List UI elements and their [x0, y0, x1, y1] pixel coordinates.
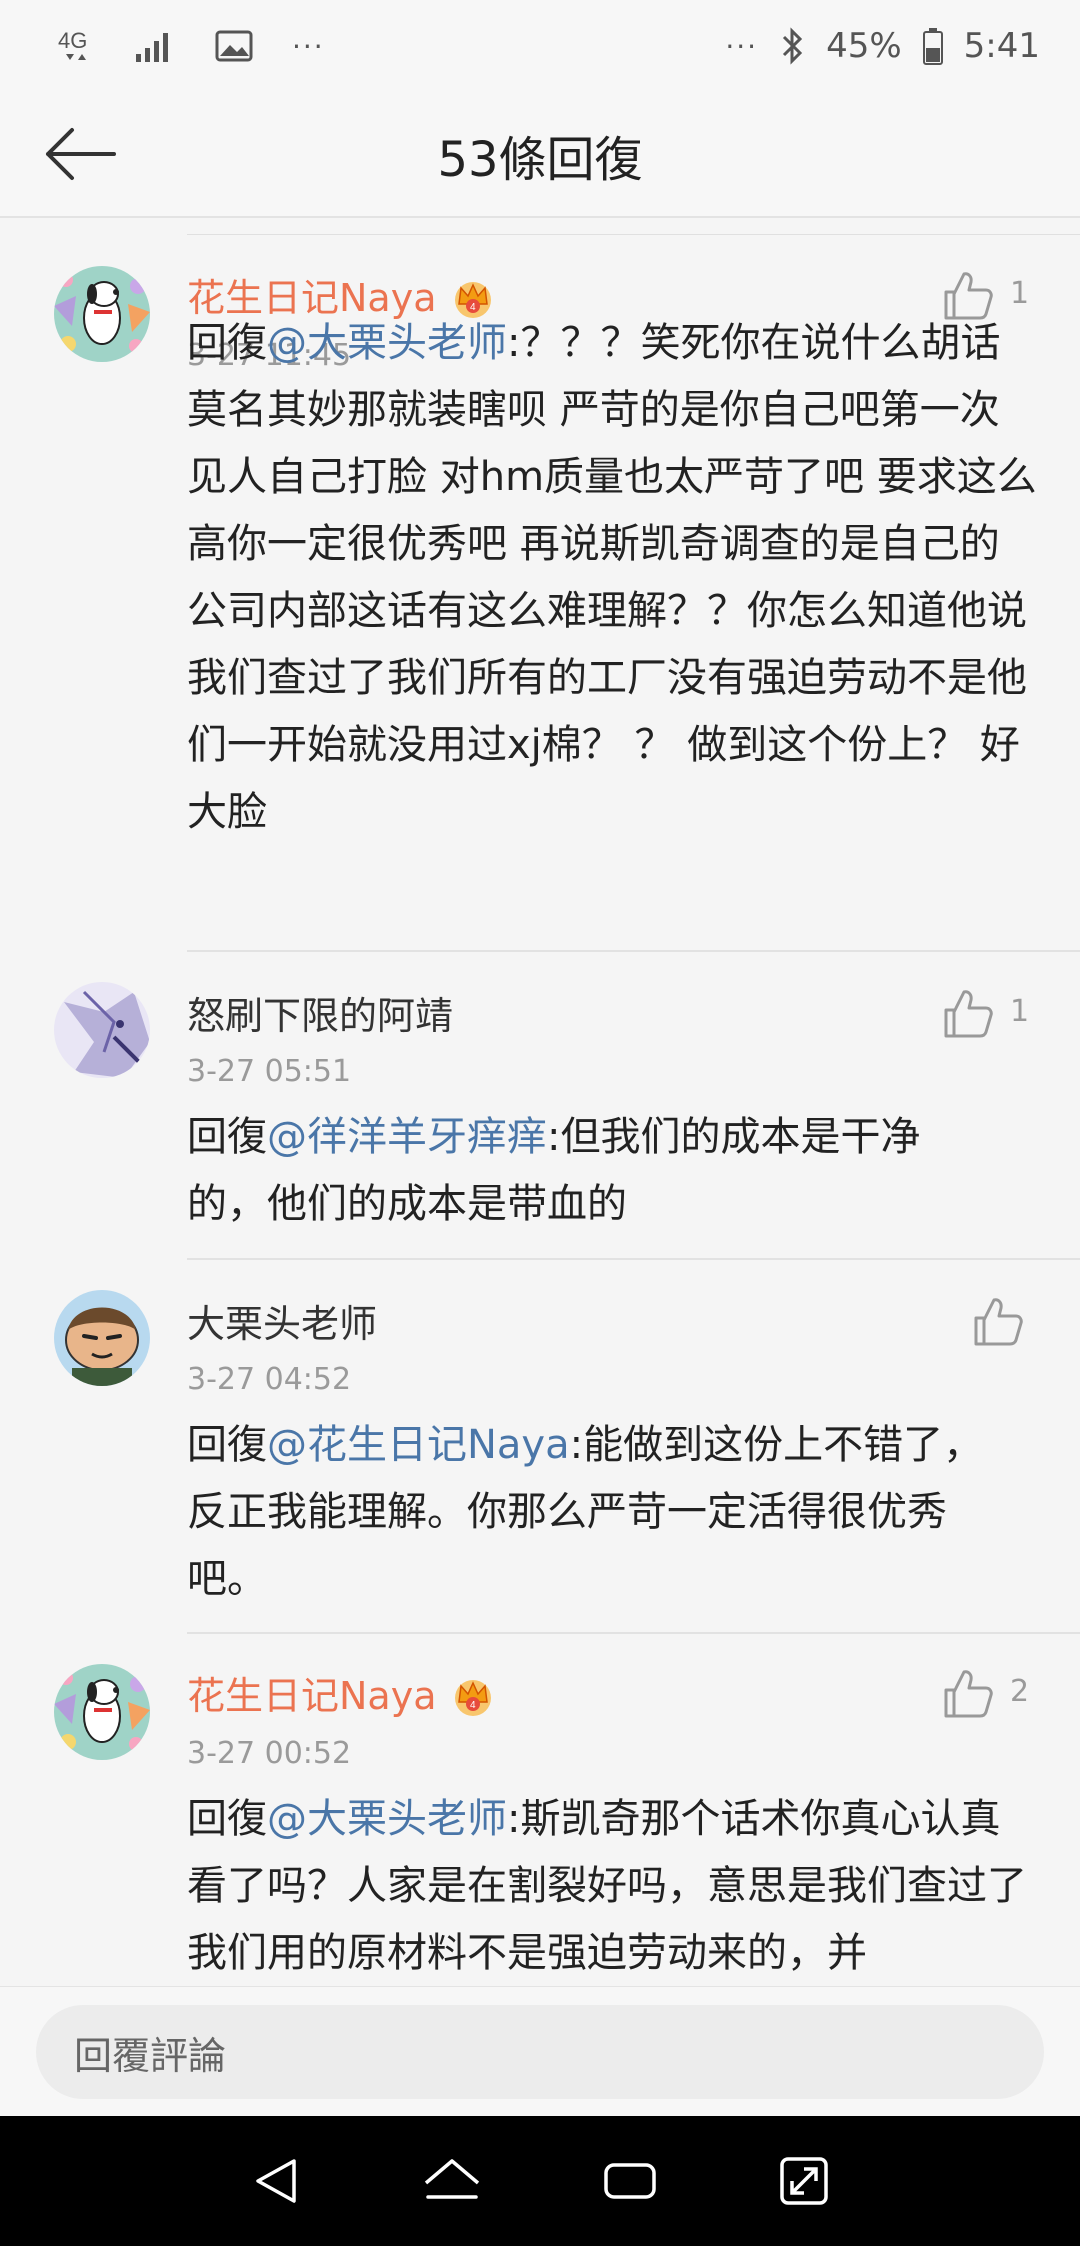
signal-icon: [134, 28, 176, 64]
system-nav-bar: [0, 2116, 1080, 2246]
avatar[interactable]: [54, 982, 150, 1078]
bluetooth-icon: [778, 26, 806, 66]
image-notification-icon: [214, 28, 254, 64]
divider: [187, 1258, 1080, 1260]
nav-expand-icon[interactable]: [776, 2153, 832, 2209]
username[interactable]: 怒刷下限的阿靖: [187, 992, 453, 1040]
comment-text: 回復@花生日记Naya:能做到这份上不错了，反正我能理解。你那么严苛一定活得很优…: [187, 1422, 984, 1602]
nav-recents-icon[interactable]: [600, 2153, 660, 2209]
avatar[interactable]: [54, 1664, 150, 1760]
comment-text: 回復@徉洋羊牙痒痒:但我们的成本是干净的，他们的成本是带血的: [187, 1114, 921, 1227]
svg-text:4G: 4G: [58, 28, 87, 53]
username[interactable]: 大栗头老师: [187, 1300, 377, 1348]
reply-input[interactable]: 回覆評論: [36, 2005, 1044, 2099]
top-bar: 53條回復: [0, 92, 1080, 218]
thumbs-up-icon: [970, 1298, 1026, 1354]
divider: [187, 1632, 1080, 1634]
like-button[interactable]: [940, 986, 996, 1042]
like-count: 1: [1010, 276, 1030, 311]
network-4g-icon: 4G: [56, 26, 96, 66]
comment-time: 3-27 05:51: [187, 1054, 352, 1089]
page-title: 53條回復: [437, 132, 643, 188]
username[interactable]: 花生日记Naya 4: [187, 1672, 495, 1720]
mention-link[interactable]: @徉洋羊牙痒痒: [267, 1114, 547, 1160]
thumbs-up-icon: [940, 1670, 996, 1726]
comment-list[interactable]: 花生日记Naya 4 3-27 11:45 1 回復@大栗头老师:？？？笑死你在…: [0, 218, 1080, 1986]
like-count: 1: [1010, 994, 1030, 1029]
battery-icon: [922, 26, 944, 66]
nav-back-icon[interactable]: [248, 2153, 304, 2209]
like-button[interactable]: [970, 1294, 1026, 1350]
more-status-icon: ···: [725, 29, 759, 63]
reply-bar: 回覆評論: [0, 1986, 1080, 2116]
mention-link[interactable]: @大栗头老师: [267, 1796, 507, 1842]
comment-time: 3-27 04:52: [187, 1362, 352, 1397]
svg-text:4: 4: [470, 1700, 476, 1711]
nav-home-icon[interactable]: [420, 2153, 484, 2209]
vip-crown-icon: 4: [451, 1674, 495, 1718]
thumbs-up-icon: [940, 990, 996, 1046]
avatar[interactable]: [54, 266, 150, 362]
comment-text: 回復@大栗头老师:斯凯奇那个话术你真心认真看了吗？人家是在割裂好吗，意思是我们查…: [187, 1796, 1027, 1976]
battery-percent: 45%: [826, 26, 902, 66]
status-bar: 4G ··· ··· 45% 5:41: [0, 0, 1080, 92]
comment-text: 回復@大栗头老师:？？？笑死你在说什么胡话莫名其妙那就装瞎呗 严苛的是你自己吧第…: [187, 320, 1037, 835]
like-button[interactable]: [940, 1666, 996, 1722]
divider: [187, 234, 1080, 235]
comment-time: 3-27 00:52: [187, 1736, 352, 1771]
avatar[interactable]: [54, 1290, 150, 1386]
mention-link[interactable]: @花生日记Naya: [267, 1422, 570, 1468]
mention-link[interactable]: @大栗头老师: [267, 320, 507, 366]
like-count: 2: [1010, 1674, 1030, 1709]
more-notifications-icon: ···: [292, 29, 325, 63]
divider: [187, 950, 1080, 952]
clock: 5:41: [963, 26, 1040, 66]
